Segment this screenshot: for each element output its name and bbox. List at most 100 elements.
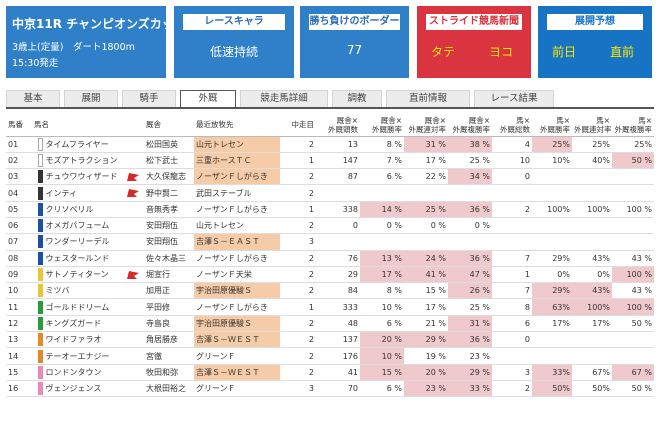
- stat-g: [572, 168, 612, 186]
- yoko-link[interactable]: ヨコ: [489, 43, 513, 60]
- gaikyu-table: 馬番 馬名 厩舎 最近放牧先 中走目 厩舎× 外厩頭数 厩舎× 外厩勝率 厩舎× 外厩連対率 厩舎× 外…: [6, 114, 654, 398]
- stat-e: 7: [492, 250, 532, 267]
- farm: 吉澤Ｓ－ＷＥＳＴ: [194, 364, 280, 381]
- stat-d: 25 %: [448, 152, 492, 170]
- race-header: 中京11R チャンピオンズカップ 3歳上(定量) ダート1800m 15:30発…: [0, 0, 660, 86]
- stat-c: 17 %: [404, 152, 448, 170]
- tab-gaikyu[interactable]: 外厩: [180, 90, 236, 107]
- table-row[interactable]: 05 クリソベリル 音無秀孝 ノーザンＦしがらき 1 338 14 % 25 % 36 % 2 1…: [6, 201, 654, 218]
- tab-kyosoba-shosai[interactable]: 競走馬詳細: [240, 90, 328, 107]
- chokuzen-link[interactable]: 直前: [610, 43, 634, 60]
- stat-a: 176: [316, 347, 360, 365]
- table-row[interactable]: 09 サトノティターン 堀宣行 ノーザンＦ天栄 2 29 17 % 41 % 47 % 1 0% 0…: [6, 266, 654, 284]
- stat-d: 0 %: [448, 217, 492, 235]
- horse-name[interactable]: ウェスタールンド: [43, 254, 110, 263]
- horse-name[interactable]: モズアトラクション: [43, 156, 118, 165]
- stat-d: 23 %: [448, 347, 492, 365]
- table-row[interactable]: 07 ワンダーリーデル 安田翔伍 吉澤Ｓ－ＥＡＳＴ 3: [6, 233, 654, 251]
- horse-number: 13: [6, 331, 32, 349]
- race-title: 中京11R チャンピオンズカップ: [12, 17, 186, 31]
- chuso: 2: [280, 184, 316, 202]
- stat-b: 14 %: [360, 201, 404, 218]
- table-row[interactable]: 08 ウェスタールンド 佐々木晶三 ノーザンＦしがらき 2 76 13 % 24 % 36 %…: [6, 250, 654, 267]
- trainer: 堀宣行: [144, 266, 194, 284]
- tab-chokuzen-joho[interactable]: 直前情報: [386, 90, 470, 107]
- table-row[interactable]: 02 モズアトラクション 松下武士 三重ホースＴＣ 1 147 7 % 17 % 25 % 10…: [6, 152, 654, 170]
- farm: 三重ホースＴＣ: [194, 152, 280, 170]
- stat-d: [448, 233, 492, 251]
- horse-name[interactable]: タイムフライヤー: [43, 140, 109, 149]
- stat-d: 25 %: [448, 298, 492, 316]
- stat-d: 34 %: [448, 168, 492, 186]
- table-row[interactable]: 13 ワイドファラオ 角居勝彦 吉澤Ｓ－ＷＥＳＴ 2 137 20 % 29 % 36 % 0: [6, 331, 654, 349]
- horse-name-cell: サトノティターン: [32, 266, 144, 284]
- stat-e: 2: [492, 201, 532, 218]
- stat-c: 15 %: [404, 282, 448, 300]
- stat-b: 6 %: [360, 168, 404, 186]
- stat-a: 29: [316, 266, 360, 284]
- tate-link[interactable]: タテ: [431, 43, 455, 60]
- table-row[interactable]: 14 テーオーエナジー 宮徹 グリーンＦ 2 176 10 % 19 % 23 %: [6, 347, 654, 365]
- horse-number: 03: [6, 168, 32, 186]
- horse-name[interactable]: クリソベリル: [43, 205, 94, 214]
- tab-kihon[interactable]: 基本: [6, 90, 60, 107]
- tenkai-box[interactable]: 展開予想 前日 直前: [538, 6, 652, 78]
- stat-f: 33%: [532, 364, 572, 381]
- stat-f: [532, 168, 572, 186]
- horse-number: 02: [6, 152, 32, 170]
- stat-e: 7: [492, 282, 532, 300]
- tab-kishu[interactable]: 騎手: [122, 90, 176, 107]
- table-row[interactable]: 15 ロンドンタウン 牧田和弥 吉澤Ｓ－ＷＥＳＴ 2 41 15 % 20 % 29 % 3 33…: [6, 364, 654, 381]
- stat-f: 63%: [532, 298, 572, 316]
- chuso: 2: [280, 266, 316, 284]
- stat-b: 6 %: [360, 380, 404, 398]
- table-row[interactable]: 01 タイムフライヤー 松田国英 山元トレセン 2 13 8 % 31 % 38 % 4 25% 2…: [6, 136, 654, 153]
- stat-a: 147: [316, 152, 360, 170]
- table-row[interactable]: 06 オメガパフューム 安田翔伍 山元トレセン 2 0 0 % 0 % 0 %: [6, 217, 654, 235]
- border-box: 勝ち負けのボーダー 77: [300, 6, 409, 78]
- horse-number: 14: [6, 347, 32, 365]
- stat-h: [612, 217, 654, 235]
- horse-name[interactable]: ワンダーリーデル: [43, 237, 110, 246]
- tab-tenkai[interactable]: 展開: [64, 90, 118, 107]
- horse-name[interactable]: キングズガード: [43, 319, 102, 328]
- farm: グリーンＦ: [194, 347, 280, 365]
- table-row[interactable]: 16 ヴェンジェンス 大根田裕之 グリーンＦ 3 70 6 % 23 % 33 % 2 50% 50…: [6, 380, 654, 398]
- stat-d: 33 %: [448, 380, 492, 398]
- horse-number: 11: [6, 298, 32, 316]
- table-row[interactable]: 03 チュウワウィザード 大久保龍志 ノーザンＦしがらき 2 87 6 % 22 % 34 %…: [6, 168, 654, 186]
- column-header: 馬× 外厩複勝率: [612, 114, 654, 137]
- zenjitsu-link[interactable]: 前日: [552, 43, 576, 60]
- stat-f: [532, 233, 572, 251]
- table-row[interactable]: 10 ミツバ 加用正 宇治田原優駿Ｓ 2 84 8 % 15 % 26 % 7 29% 43% 43 …: [6, 282, 654, 300]
- table-row[interactable]: 04 インティ 野中賢二 武田ステーブル 2: [6, 184, 654, 202]
- column-header: 馬番: [6, 114, 32, 137]
- table-row[interactable]: 12 キングズガード 寺島良 宇治田原優駿Ｓ 2 48 6 % 21 % 31 % 6 17% 17…: [6, 315, 654, 333]
- chuso: 2: [280, 282, 316, 300]
- stat-a: 70: [316, 380, 360, 398]
- horse-name[interactable]: ロンドンタウン: [43, 368, 102, 377]
- horse-name[interactable]: ゴールドドリーム: [43, 303, 110, 312]
- stat-h: 50 %: [612, 380, 654, 398]
- horse-name[interactable]: テーオーエナジー: [43, 352, 110, 361]
- stat-a: 338: [316, 201, 360, 218]
- horse-name[interactable]: インティ: [43, 189, 78, 198]
- horse-name-cell: ロンドンタウン: [32, 364, 144, 381]
- stat-a: 41: [316, 364, 360, 381]
- stat-b: 0 %: [360, 217, 404, 235]
- stat-a: 0: [316, 217, 360, 235]
- horse-name[interactable]: オメガパフューム: [43, 221, 110, 230]
- horse-name[interactable]: サトノティターン: [43, 270, 109, 279]
- horse-name[interactable]: ワイドファラオ: [43, 335, 102, 344]
- tab-race-kekka[interactable]: レース結果: [474, 90, 554, 107]
- stride-news-box[interactable]: ストライド競馬新聞 タテ ヨコ: [417, 6, 531, 78]
- table-row[interactable]: 11 ゴールドドリーム 平田修 ノーザンＦしがらき 1 333 10 % 17 % 25 % 8…: [6, 298, 654, 316]
- horse-name[interactable]: ミツバ: [43, 286, 70, 295]
- trainer: 牧田和弥: [144, 364, 194, 381]
- stat-f: [532, 184, 572, 202]
- horse-name[interactable]: チュウワウィザード: [43, 172, 118, 181]
- column-header: 厩舎× 外厩頭数: [316, 114, 360, 137]
- horse-name[interactable]: ヴェンジェンス: [43, 384, 102, 393]
- tab-chokyo[interactable]: 調教: [332, 90, 382, 107]
- stat-c: 31 %: [404, 136, 448, 153]
